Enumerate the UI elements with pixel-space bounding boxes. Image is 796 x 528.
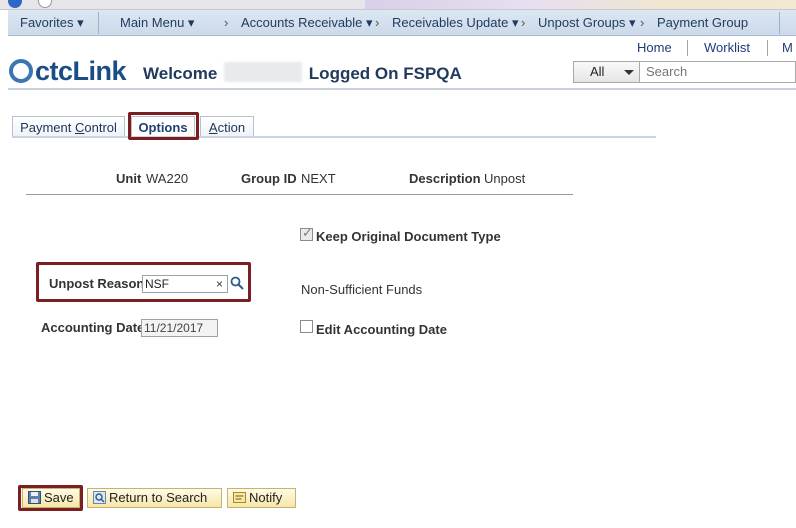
unpost-reason-value: NSF [145, 277, 169, 291]
accounting-date-label: Accounting Date [41, 320, 145, 335]
main-menu-label: Main Menu [120, 15, 185, 30]
save-label: Save [44, 490, 74, 505]
browser-tabs[interactable] [365, 0, 796, 9]
unpost-reason-description: Non-Sufficient Funds [301, 282, 423, 297]
welcome-prefix: Welcome [143, 64, 218, 83]
return-to-search-button[interactable]: Return to Search [87, 488, 222, 508]
chevron-right-icon: › [224, 15, 229, 30]
return-search-icon [93, 491, 106, 504]
tab-label: Payment Control [20, 120, 117, 135]
breadcrumb-label: Accounts Receivable [241, 15, 363, 30]
link-divider [687, 40, 688, 56]
welcome-message: Welcome Logged On FSPQA [143, 62, 462, 84]
favorites-label: Favorites [20, 15, 74, 30]
search-input[interactable] [646, 62, 791, 82]
breadcrumb-receivables-update[interactable]: Receivables Update ▾ [392, 10, 519, 36]
notify-button[interactable]: Notify [227, 488, 296, 508]
unpost-reason-label: Unpost Reason [49, 276, 145, 291]
tab-accesskey: A [208, 120, 218, 135]
link-divider [767, 40, 768, 56]
return-to-search-label: Return to Search [109, 490, 208, 505]
save-button[interactable]: Save [22, 488, 80, 508]
clear-icon[interactable]: × [216, 276, 223, 292]
accounting-date-field: 11/21/2017 [141, 319, 218, 337]
chevron-right-icon: › [640, 15, 645, 30]
edit-accounting-date-checkbox[interactable] [300, 320, 313, 333]
group-id-value: NEXT [301, 171, 336, 186]
chevron-down-icon [624, 70, 634, 75]
chevron-right-icon: › [521, 15, 526, 30]
main-menu[interactable]: Main Menu ▾ [120, 10, 194, 36]
keep-original-label: Keep Original Document Type [316, 229, 501, 244]
browser-nav-icon[interactable] [8, 0, 22, 8]
description-value: Unpost [484, 171, 526, 186]
home-link[interactable]: Home [637, 40, 672, 58]
breadcrumb-accounts-receivable[interactable]: Accounts Receivable ▾ [241, 10, 373, 36]
chevron-right-icon: › [375, 15, 380, 30]
nav-divider [98, 12, 99, 34]
group-id-label: Group ID [241, 171, 297, 186]
edit-accounting-date-label: Edit Accounting Date [316, 322, 447, 337]
breadcrumb-label: Payment Group [657, 15, 749, 30]
tab-action[interactable]: Action [200, 116, 254, 138]
tab-label: Action [208, 120, 246, 135]
breadcrumb-label: Receivables Update [392, 15, 509, 30]
tab-accesskey: C [75, 120, 85, 135]
tab-underline [12, 136, 656, 138]
breadcrumb-payment-group[interactable]: Payment Group [657, 10, 748, 36]
redacted-username [224, 62, 303, 82]
header-divider [8, 88, 796, 90]
browser-info-icon[interactable] [38, 0, 52, 8]
search-box: All [573, 61, 796, 83]
notify-icon [233, 491, 246, 504]
ctclink-logo: ctcLink [9, 56, 127, 86]
notify-label: Notify [249, 490, 283, 505]
lookup-search-icon[interactable] [230, 276, 244, 290]
more-link[interactable]: M [782, 40, 793, 58]
browser-tab-strip [0, 0, 796, 10]
unit-label: Unit [116, 171, 142, 186]
logo-text: ctcLink [35, 56, 127, 86]
search-scope-select[interactable]: All [574, 62, 640, 82]
description-label: Description [409, 171, 481, 186]
accounting-date-value: 11/21/2017 [144, 321, 204, 335]
breadcrumb-unpost-groups[interactable]: Unpost Groups ▾ [538, 10, 636, 36]
nav-divider [779, 12, 780, 34]
search-scope-value: All [590, 64, 605, 79]
tab-label: Options [138, 120, 188, 135]
logo-gear-icon [9, 59, 33, 83]
welcome-suffix: Logged On FSPQA [308, 64, 462, 83]
breadcrumb-label: Unpost Groups [538, 15, 626, 30]
favorites-menu[interactable]: Favorites ▾ [20, 10, 84, 36]
tab-payment-control[interactable]: Payment Control [12, 116, 125, 138]
unpost-reason-field[interactable]: NSF × [142, 275, 228, 293]
keep-original-checkbox[interactable] [300, 226, 313, 241]
tab-options[interactable]: Options [131, 116, 195, 138]
worklist-link[interactable]: Worklist [704, 40, 750, 58]
navigation-bar: Favorites ▾ Main Menu ▾ › Accounts Recei… [8, 10, 796, 36]
unit-value: WA220 [146, 171, 189, 186]
section-divider [26, 194, 573, 195]
floppy-disk-icon [28, 491, 41, 504]
